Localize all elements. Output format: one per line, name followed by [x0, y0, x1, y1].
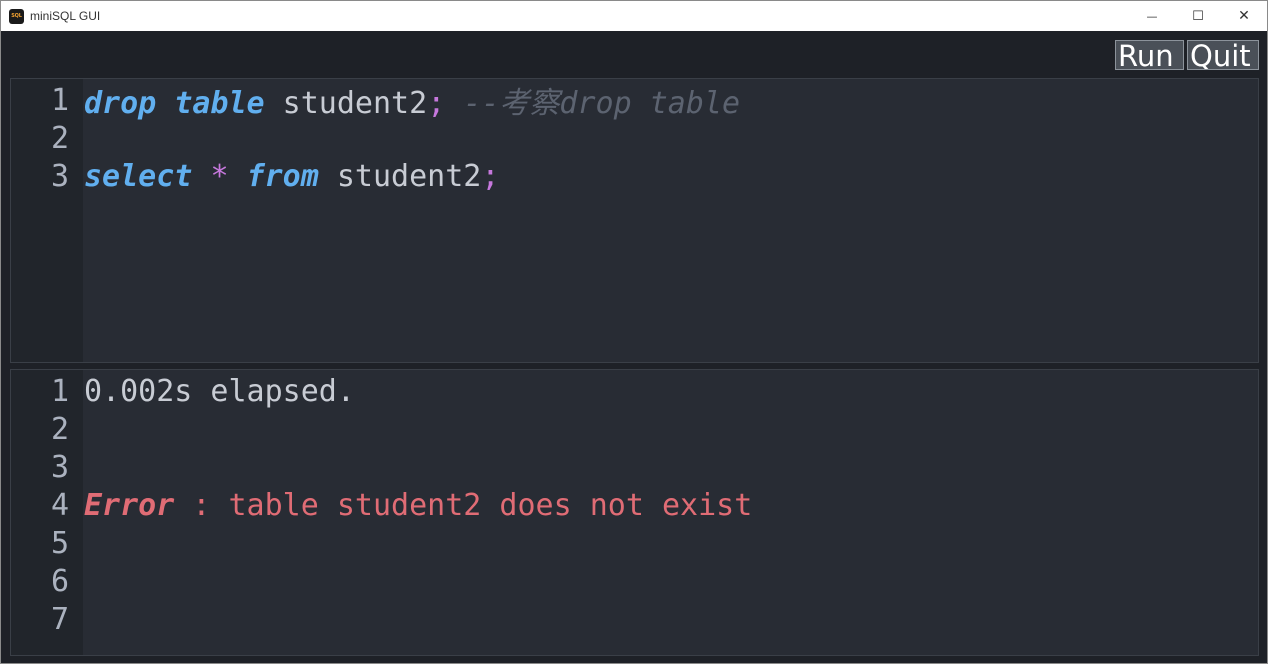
line-number: 3 [50, 449, 69, 485]
minimize-button[interactable]: — [1129, 1, 1175, 31]
window-controls: — ☐ ✕ [1129, 1, 1267, 31]
line-number: 3 [50, 158, 69, 194]
line-number: 7 [50, 601, 69, 637]
token-plain: 0.002s elapsed. [84, 373, 355, 409]
app-icon: SQL [9, 8, 24, 24]
sql-editor[interactable]: 1 drop table student2; --考察drop table 2 3 se… [10, 78, 1259, 363]
output-line: 2 [11, 410, 1258, 448]
token-keyword: drop [84, 86, 157, 121]
token-plain: student2 [318, 158, 482, 194]
token-error-keyword: Error [84, 487, 175, 523]
title-bar[interactable]: SQL miniSQL GUI — ☐ ✕ [1, 1, 1267, 31]
output-line: 4 Error : table student2 does not exist [11, 486, 1258, 524]
token-error: : table student2 does not exist [174, 487, 753, 523]
token-plain: student2 [264, 86, 428, 121]
output-line: 6 [11, 562, 1258, 600]
line-number: 5 [50, 525, 69, 561]
editor-line[interactable]: 1 drop table student2; --考察drop table [11, 79, 1258, 122]
token-keyword: table [174, 86, 265, 121]
line-number: 4 [50, 487, 69, 523]
output-line: 7 [11, 600, 1258, 638]
run-button[interactable]: Run [1115, 40, 1184, 70]
token-operator: ; [427, 86, 446, 121]
output-line-text: Error : table student2 does not exist [84, 488, 752, 523]
line-number: 6 [50, 563, 69, 599]
editor-line-text: drop table student2; --考察drop table [84, 79, 741, 122]
window-title: miniSQL GUI [30, 9, 101, 23]
token-operator: ; [481, 158, 500, 194]
app-window: SQL miniSQL GUI — ☐ ✕ Run Quit 1 drop tab… [0, 0, 1268, 664]
output-line: 3 [11, 448, 1258, 486]
editor-line[interactable]: 2 [11, 119, 1258, 157]
token-comment: --考察drop table [445, 86, 741, 121]
line-number: 2 [50, 411, 69, 447]
close-button[interactable]: ✕ [1221, 1, 1267, 31]
token-operator: * [210, 158, 229, 194]
line-number: 1 [50, 373, 69, 409]
output-console[interactable]: 1 0.002s elapsed. 2 3 4 Error : table student… [10, 369, 1259, 656]
quit-button[interactable]: Quit [1187, 40, 1259, 70]
maximize-button[interactable]: ☐ [1175, 1, 1221, 31]
token-keyword: from [246, 158, 319, 194]
toolbar: Run Quit [1, 31, 1267, 73]
app-icon-label: SQL [11, 13, 22, 19]
output-line-text: 0.002s elapsed. [84, 374, 355, 409]
output-line: 1 0.002s elapsed. [11, 372, 1258, 410]
editor-line-text: select * from student2; [84, 159, 499, 194]
line-number: 2 [50, 120, 69, 156]
editor-line[interactable]: 3 select * from student2; [11, 157, 1258, 195]
token-keyword: select [84, 158, 193, 194]
line-number: 1 [50, 82, 69, 118]
output-line: 5 [11, 524, 1258, 562]
